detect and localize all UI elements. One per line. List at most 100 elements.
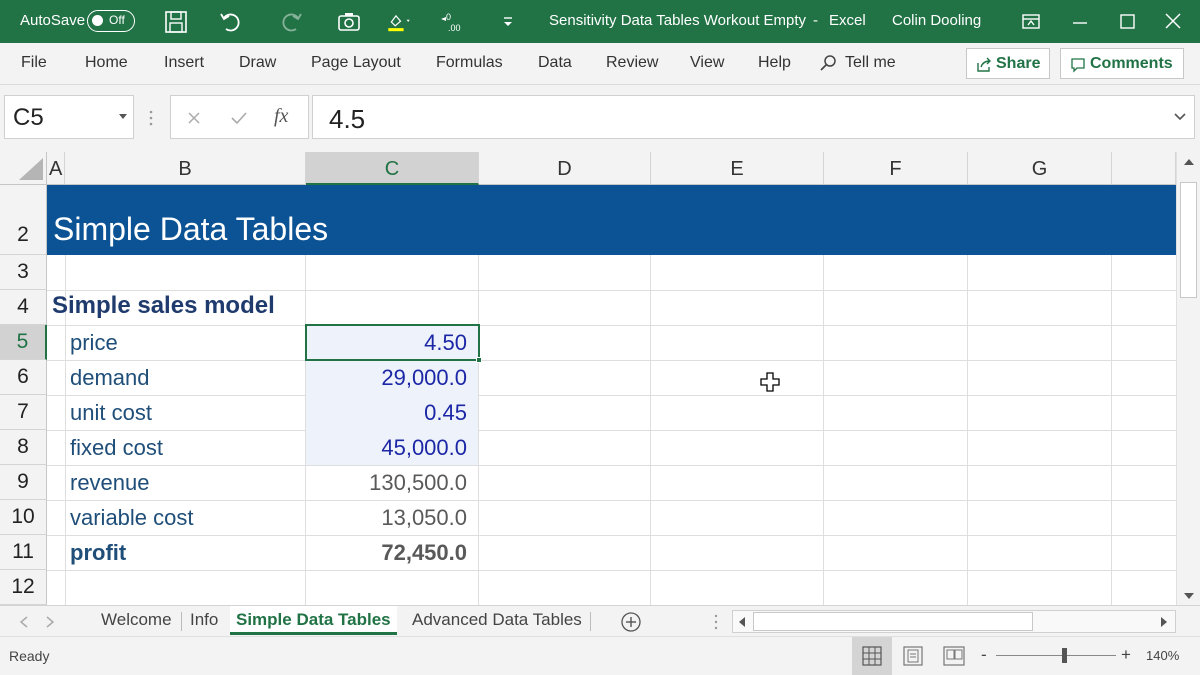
grip-icon[interactable]: [147, 109, 155, 127]
close-icon[interactable]: [1160, 9, 1186, 35]
label-revenue[interactable]: revenue: [70, 470, 150, 496]
maximize-icon[interactable]: [1114, 9, 1140, 35]
column-header-blank[interactable]: [1112, 152, 1176, 185]
zoom-level[interactable]: 140%: [1146, 648, 1179, 663]
sheet-tab-welcome[interactable]: Welcome: [101, 610, 172, 630]
row-header-4[interactable]: 4: [0, 290, 47, 325]
share-label: Share: [996, 55, 1041, 72]
expand-formula-bar-icon[interactable]: [1173, 112, 1187, 122]
formula-input[interactable]: 4.5: [312, 95, 1195, 139]
tab-view[interactable]: View: [690, 54, 724, 72]
camera-icon[interactable]: [336, 9, 362, 35]
decrease-decimal-icon[interactable]: 0 .00: [440, 9, 466, 35]
row-header-7[interactable]: 7: [0, 395, 47, 430]
row-header-10[interactable]: 10: [0, 500, 47, 535]
zoom-slider-track[interactable]: [996, 655, 1116, 656]
chevron-down-icon[interactable]: [118, 113, 128, 121]
redo-icon[interactable]: [278, 9, 304, 35]
share-button[interactable]: Share: [966, 48, 1050, 79]
ribbon-display-icon[interactable]: [1018, 9, 1044, 35]
value-unit-cost[interactable]: 0.45: [306, 400, 467, 426]
hscroll-left-icon[interactable]: [737, 616, 747, 628]
row-header-6[interactable]: 6: [0, 360, 47, 395]
horizontal-scroll-thumb[interactable]: [753, 612, 1033, 631]
normal-view-button[interactable]: [852, 637, 892, 675]
tab-scroll-right-icon[interactable]: [45, 616, 55, 628]
row-header-8[interactable]: 8: [0, 430, 47, 465]
column-header-g[interactable]: G: [968, 152, 1112, 185]
fill-handle[interactable]: [476, 357, 482, 363]
tab-file[interactable]: File: [21, 54, 47, 72]
insert-function-button[interactable]: fx: [274, 105, 288, 128]
page-layout-view-icon[interactable]: [903, 646, 923, 666]
column-header-f[interactable]: F: [824, 152, 968, 185]
row-header-11[interactable]: 11: [0, 535, 47, 570]
fill-color-icon[interactable]: [386, 9, 412, 35]
comments-button[interactable]: Comments: [1060, 48, 1184, 79]
label-profit[interactable]: profit: [70, 540, 126, 566]
add-sheet-icon[interactable]: [620, 611, 642, 633]
name-box[interactable]: C5: [4, 95, 134, 139]
tab-draw[interactable]: Draw: [239, 54, 276, 72]
vertical-scroll-thumb[interactable]: [1180, 182, 1197, 298]
value-variable-cost[interactable]: 13,050.0: [306, 505, 467, 531]
row-header-5[interactable]: 5: [0, 325, 47, 360]
label-unit-cost[interactable]: unit cost: [70, 400, 152, 426]
autosave-toggle[interactable]: Off: [87, 10, 135, 32]
split-grip-icon[interactable]: [712, 613, 720, 631]
sheet-tab-info[interactable]: Info: [190, 610, 218, 630]
scroll-up-icon[interactable]: [1183, 158, 1195, 166]
column-header-e[interactable]: E: [651, 152, 824, 185]
active-cell-selection[interactable]: [305, 324, 480, 361]
tab-divider: [590, 612, 591, 631]
sheet-tab-advanced-data-tables[interactable]: Advanced Data Tables: [412, 610, 582, 630]
column-header-c[interactable]: C: [306, 152, 479, 185]
tab-formulas[interactable]: Formulas: [436, 54, 503, 72]
horizontal-scrollbar[interactable]: [732, 610, 1176, 633]
tab-home[interactable]: Home: [85, 54, 128, 72]
gridline: [47, 325, 1176, 326]
minimize-icon[interactable]: [1067, 9, 1093, 35]
row-header-9[interactable]: 9: [0, 465, 47, 500]
hscroll-right-icon[interactable]: [1159, 616, 1169, 628]
value-revenue[interactable]: 130,500.0: [306, 470, 467, 496]
tab-data[interactable]: Data: [538, 54, 572, 72]
tab-insert[interactable]: Insert: [164, 54, 204, 72]
scroll-down-icon[interactable]: [1183, 592, 1195, 600]
row-header-3[interactable]: 3: [0, 255, 47, 290]
column-header-a[interactable]: A: [47, 152, 65, 185]
value-fixed-cost[interactable]: 45,000.0: [306, 435, 467, 461]
vertical-scrollbar[interactable]: [1176, 152, 1200, 605]
label-fixed-cost[interactable]: fixed cost: [70, 435, 163, 461]
zoom-slider-thumb[interactable]: [1062, 648, 1067, 663]
zoom-in-button[interactable]: +: [1121, 645, 1131, 665]
user-name[interactable]: Colin Dooling: [892, 12, 981, 29]
row-header-2[interactable]: 2: [0, 185, 47, 255]
worksheet-grid[interactable]: A B C D E F G 2 3 4 5 6 7 8 9 10 11 12 S…: [0, 152, 1176, 605]
row-header-12[interactable]: 12: [0, 570, 47, 605]
section-title[interactable]: Simple sales model: [52, 292, 275, 320]
customize-toolbar-icon[interactable]: [500, 9, 526, 35]
column-header-b[interactable]: B: [65, 152, 306, 185]
label-variable-cost[interactable]: variable cost: [70, 505, 194, 531]
column-header-d[interactable]: D: [479, 152, 651, 185]
value-profit[interactable]: 72,450.0: [306, 540, 467, 566]
tab-review[interactable]: Review: [606, 54, 658, 72]
sheet-tab-simple-data-tables[interactable]: Simple Data Tables: [230, 606, 397, 635]
save-icon[interactable]: [163, 9, 189, 35]
label-price[interactable]: price: [70, 330, 118, 356]
cancel-icon[interactable]: [185, 109, 203, 127]
value-demand[interactable]: 29,000.0: [306, 365, 467, 391]
tab-help[interactable]: Help: [758, 54, 791, 72]
tell-me-search[interactable]: Tell me: [818, 52, 908, 76]
label-demand[interactable]: demand: [70, 365, 150, 391]
undo-icon[interactable]: [218, 9, 244, 35]
enter-check-icon[interactable]: [229, 109, 249, 127]
tab-scroll-left-icon[interactable]: [19, 616, 29, 628]
page-break-view-icon[interactable]: [943, 646, 965, 666]
title-banner[interactable]: Simple Data Tables: [47, 185, 1176, 255]
zoom-out-button[interactable]: -: [981, 645, 987, 665]
tab-page-layout[interactable]: Page Layout: [311, 54, 401, 72]
title-bar: AutoSave Off 0 .00 Sensitivity Data Tabl…: [0, 0, 1200, 43]
select-all-corner[interactable]: [0, 152, 47, 185]
